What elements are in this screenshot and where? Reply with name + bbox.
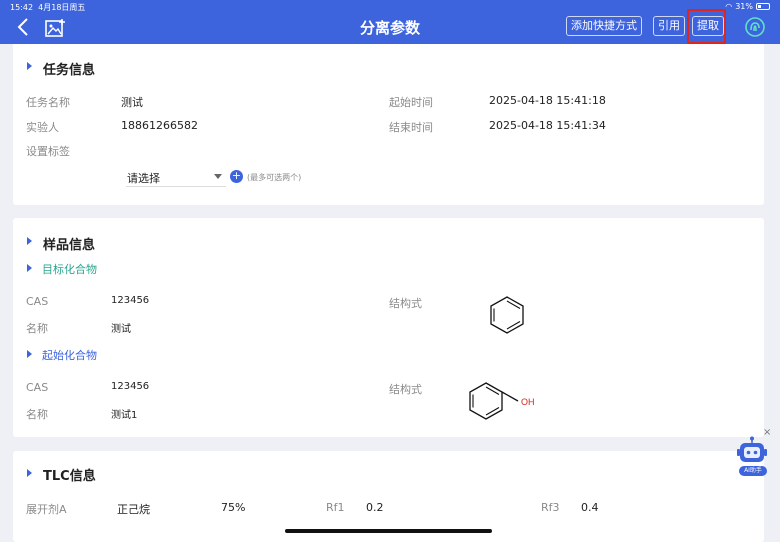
tag-label: 设置标签 — [26, 145, 70, 158]
hydroxyl-label: OH — [521, 397, 535, 407]
start-name-value: 测试1 — [111, 410, 138, 421]
tag-select-value: 请选择 — [127, 172, 160, 185]
target-cas-value: 123456 — [111, 295, 150, 306]
task-name-label: 任务名称 — [26, 96, 70, 109]
chevron-down-icon — [214, 174, 222, 179]
solvent-a-percent: 75% — [221, 501, 246, 514]
rf1-label: Rf1 — [326, 501, 345, 514]
rf3-value: 0.4 — [581, 501, 599, 514]
section-marker — [27, 469, 32, 477]
ai-assistant-label[interactable]: AI助手 — [739, 466, 767, 476]
home-indicator[interactable] — [285, 529, 492, 533]
battery-icon — [756, 3, 770, 10]
target-compound-title: 目标化合物 — [42, 263, 97, 276]
section-marker — [27, 237, 32, 245]
experimenter-value: 18861266582 — [121, 119, 198, 132]
tag-hint: (最多可选两个) — [247, 173, 302, 182]
start-structure-label: 结构式 — [389, 383, 422, 396]
section-marker — [27, 62, 32, 70]
end-time-label: 结束时间 — [389, 121, 433, 134]
task-name-value: 测试 — [121, 96, 143, 109]
target-name-value: 测试 — [111, 324, 131, 335]
target-structure-label: 结构式 — [389, 297, 422, 310]
add-shortcut-button[interactable]: 添加快捷方式 — [566, 16, 642, 36]
sample-info-card: 样品信息 目标化合物 CAS 123456 名称 测试 结构式 起始化合物 CA… — [13, 218, 764, 437]
sample-info-title: 样品信息 — [43, 238, 96, 253]
top-bar: 15:42 4月18日周五 ◠ 31% 分离参数 添加快捷方式 引用 提取 — [0, 0, 780, 44]
experimenter-label: 实验人 — [26, 121, 59, 134]
target-cas-label: CAS — [26, 295, 49, 308]
status-right: ◠ 31% — [725, 2, 770, 11]
solvent-a-value: 正己烷 — [117, 503, 150, 516]
add-tag-button[interactable]: + — [230, 170, 243, 183]
start-time-value: 2025-04-18 15:41:18 — [489, 94, 606, 107]
status-time: 15:42 4月18日周五 — [10, 3, 86, 12]
wifi-icon: ◠ — [725, 2, 733, 11]
target-name-label: 名称 — [26, 322, 48, 335]
battery-percent: 31% — [735, 2, 753, 11]
task-info-title: 任务信息 — [43, 63, 96, 78]
start-compound-title: 起始化合物 — [42, 349, 97, 362]
rf1-value: 0.2 — [366, 501, 384, 514]
subsection-marker — [27, 350, 32, 358]
start-cas-label: CAS — [26, 381, 49, 394]
start-name-label: 名称 — [26, 408, 48, 421]
rf3-label: Rf3 — [541, 501, 560, 514]
extract-highlight-box — [687, 9, 726, 44]
status-bar: 15:42 4月18日周五 ◠ 31% — [0, 0, 780, 12]
quote-button[interactable]: 引用 — [653, 16, 685, 36]
end-time-value: 2025-04-18 15:41:34 — [489, 119, 606, 132]
fingerprint-icon[interactable] — [744, 16, 766, 38]
subsection-marker — [27, 264, 32, 272]
task-info-card: 任务信息 任务名称 测试 实验人 18861266582 设置标签 起始时间 2… — [13, 44, 764, 205]
start-time-label: 起始时间 — [389, 96, 433, 109]
solvent-a-label: 展开剂A — [26, 503, 67, 516]
benzene-structure-image — [470, 294, 544, 336]
phenol-structure-image: OH — [466, 378, 548, 422]
tag-select[interactable]: 请选择 — [126, 167, 226, 187]
start-cas-value: 123456 — [111, 381, 150, 392]
tlc-info-title: TLC信息 — [43, 469, 96, 484]
